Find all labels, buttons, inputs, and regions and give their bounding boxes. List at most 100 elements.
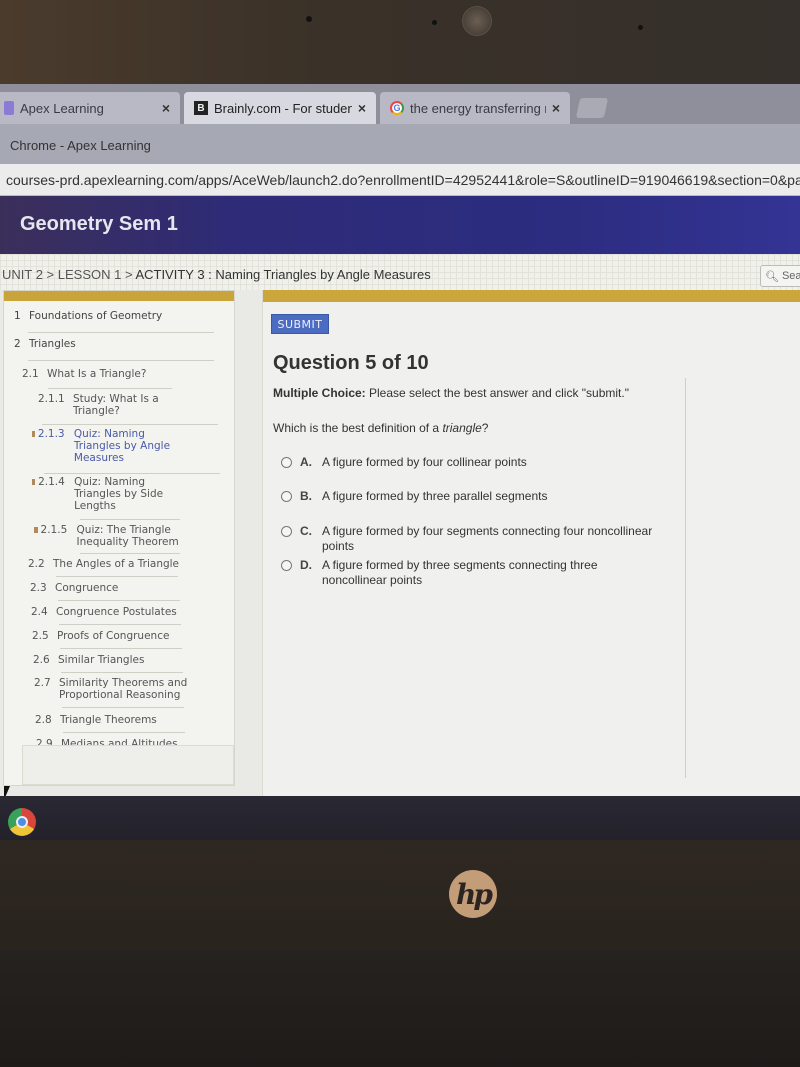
divider — [58, 600, 180, 601]
toc-lesson-2-8[interactable]: 2.8 Triangle Theorems — [35, 714, 157, 726]
divider — [62, 707, 184, 708]
table-of-contents[interactable]: 1 Foundations of Geometry 2 Triangles 2.… — [4, 301, 234, 745]
choice-text: A figure formed by three parallel segmen… — [322, 489, 548, 503]
toc-activity-2-1-1[interactable]: 2.1.1 Study: What Is a Triangle? — [38, 393, 168, 417]
submit-button[interactable]: SUBMIT — [271, 314, 329, 334]
toc-activity-2-1-5[interactable]: 2.1.5 Quiz: The Triangle Inequality Theo… — [34, 524, 194, 548]
radio-button[interactable] — [281, 491, 292, 502]
laptop-hinge — [0, 950, 800, 1067]
divider — [42, 424, 218, 425]
content-accent-bar — [263, 290, 800, 302]
hp-logo-icon: hp — [449, 870, 497, 918]
divider — [60, 648, 182, 649]
radio-button[interactable] — [281, 457, 292, 468]
toc-lesson-2-7[interactable]: 2.7 Similarity Theorems and Proportional… — [34, 677, 194, 701]
tab-label: Brainly.com - For student — [214, 100, 352, 116]
question-term: triangle — [442, 421, 482, 435]
answer-choice-d[interactable]: D. A figure formed by three segments con… — [281, 558, 661, 588]
chrome-icon[interactable] — [8, 808, 36, 836]
course-header: Geometry Sem 1 — [0, 196, 800, 254]
tab-label: the energy transferring re — [410, 100, 546, 116]
sidebar-accent-bar — [4, 291, 234, 301]
new-tab-button[interactable] — [575, 98, 609, 118]
toc-lesson-2-6[interactable]: 2.6 Similar Triangles — [33, 654, 144, 666]
question-instructions: Multiple Choice: Please select the best … — [273, 386, 629, 400]
sensor-dot — [638, 25, 643, 30]
sensor-dot — [306, 16, 312, 22]
toc-activity-2-1-4[interactable]: 2.1.4 Quiz: Naming Triangles by Side Len… — [32, 476, 182, 512]
divider — [61, 672, 183, 673]
question-text: Which is the best definition of a triang… — [273, 421, 488, 435]
tab-strip: Apex Learning × B Brainly.com - For stud… — [0, 84, 800, 124]
toc-lesson-2-4[interactable]: 2.4 Congruence Postulates — [31, 606, 177, 618]
radio-button[interactable] — [281, 526, 292, 537]
divider — [48, 388, 172, 389]
choice-letter: A. — [300, 455, 312, 469]
google-icon: G — [390, 101, 404, 115]
course-outline-sidebar: 1 Foundations of Geometry 2 Triangles 2.… — [3, 290, 235, 786]
laptop-bezel-top — [0, 0, 800, 86]
question-prefix: Which is the best definition of a — [273, 421, 443, 435]
breadcrumb-current: ACTIVITY 3 : Naming Triangles by Angle M… — [135, 267, 431, 282]
os-shelf — [0, 796, 800, 840]
sidebar-footer-panel — [22, 745, 234, 785]
search-input[interactable]: 🔍︎ Sear — [760, 265, 800, 287]
divider — [685, 378, 686, 778]
tab-apex-learning[interactable]: Apex Learning × — [0, 92, 180, 124]
screen: Apex Learning × B Brainly.com - For stud… — [0, 84, 800, 796]
divider — [28, 332, 214, 333]
search-placeholder: Sear — [781, 270, 800, 282]
quiz-bullet-icon — [32, 431, 35, 437]
window-title: Chrome - Apex Learning — [10, 138, 151, 153]
divider — [56, 576, 178, 577]
toc-lesson-2-9[interactable]: 2.9 Medians and Altitudes — [36, 738, 178, 745]
webcam — [462, 6, 492, 36]
divider — [80, 519, 180, 520]
choice-text: A figure formed by four collinear points — [322, 455, 527, 469]
close-icon[interactable]: × — [552, 100, 560, 116]
choice-letter: B. — [300, 489, 312, 503]
close-icon[interactable]: × — [358, 100, 366, 116]
quiz-panel: SUBMIT Question 5 of 10 Multiple Choice:… — [262, 290, 800, 796]
answer-choice-a[interactable]: A. A figure formed by four collinear poi… — [281, 455, 681, 470]
toc-activity-2-1-3[interactable]: 2.1.3 Quiz: Naming Triangles by Angle Me… — [32, 428, 182, 464]
course-title: Geometry Sem 1 — [20, 213, 178, 235]
divider — [63, 732, 185, 733]
toc-lesson-2-5[interactable]: 2.5 Proofs of Congruence — [32, 630, 169, 642]
divider — [28, 360, 214, 361]
brand-text: hp — [456, 877, 493, 911]
question-title: Question 5 of 10 — [273, 352, 429, 374]
toc-lesson-2-1[interactable]: 2.1 What Is a Triangle? — [22, 368, 146, 380]
toc-unit-2[interactable]: 2 Triangles — [14, 338, 76, 350]
close-icon[interactable]: × — [162, 100, 170, 116]
divider — [80, 553, 180, 554]
toc-lesson-2-3[interactable]: 2.3 Congruence — [30, 582, 118, 594]
question-suffix: ? — [481, 421, 489, 435]
choice-letter: D. — [300, 558, 312, 572]
answer-choice-b[interactable]: B. A figure formed by three parallel seg… — [281, 489, 681, 504]
tab-label: Apex Learning — [20, 100, 104, 116]
sensor-dot — [432, 20, 437, 25]
instruction-label: Multiple Choice: — [273, 386, 366, 400]
tab-google-search[interactable]: G the energy transferring re × — [380, 92, 570, 124]
answer-choice-c[interactable]: C. A figure formed by four segments conn… — [281, 524, 681, 554]
breadcrumb-path[interactable]: UNIT 2 > LESSON 1 > — [2, 267, 135, 282]
radio-button[interactable] — [281, 560, 292, 571]
address-bar[interactable]: courses-prd.apexlearning.com/apps/AceWeb… — [0, 164, 800, 196]
toc-lesson-2-2[interactable]: 2.2 The Angles of a Triangle — [28, 558, 179, 570]
window-title-bar: Chrome - Apex Learning — [0, 124, 800, 164]
instruction-text: Please select the best answer and click … — [365, 386, 629, 400]
tab-brainly[interactable]: B Brainly.com - For student × — [184, 92, 376, 124]
url-text[interactable]: courses-prd.apexlearning.com/apps/AceWeb… — [6, 172, 800, 188]
toc-unit-1[interactable]: 1 Foundations of Geometry — [14, 310, 162, 322]
choice-text: A figure formed by four segments connect… — [322, 524, 653, 553]
search-icon: 🔍︎ — [765, 270, 779, 283]
quiz-bullet-icon — [32, 479, 36, 485]
choice-letter: C. — [300, 524, 312, 538]
brainly-icon: B — [194, 101, 208, 115]
quiz-bullet-icon — [34, 527, 38, 533]
breadcrumb: UNIT 2 > LESSON 1 > ACTIVITY 3 : Naming … — [0, 254, 800, 290]
divider — [59, 624, 181, 625]
choice-text: A figure formed by three segments connec… — [322, 558, 598, 587]
divider — [44, 473, 220, 474]
